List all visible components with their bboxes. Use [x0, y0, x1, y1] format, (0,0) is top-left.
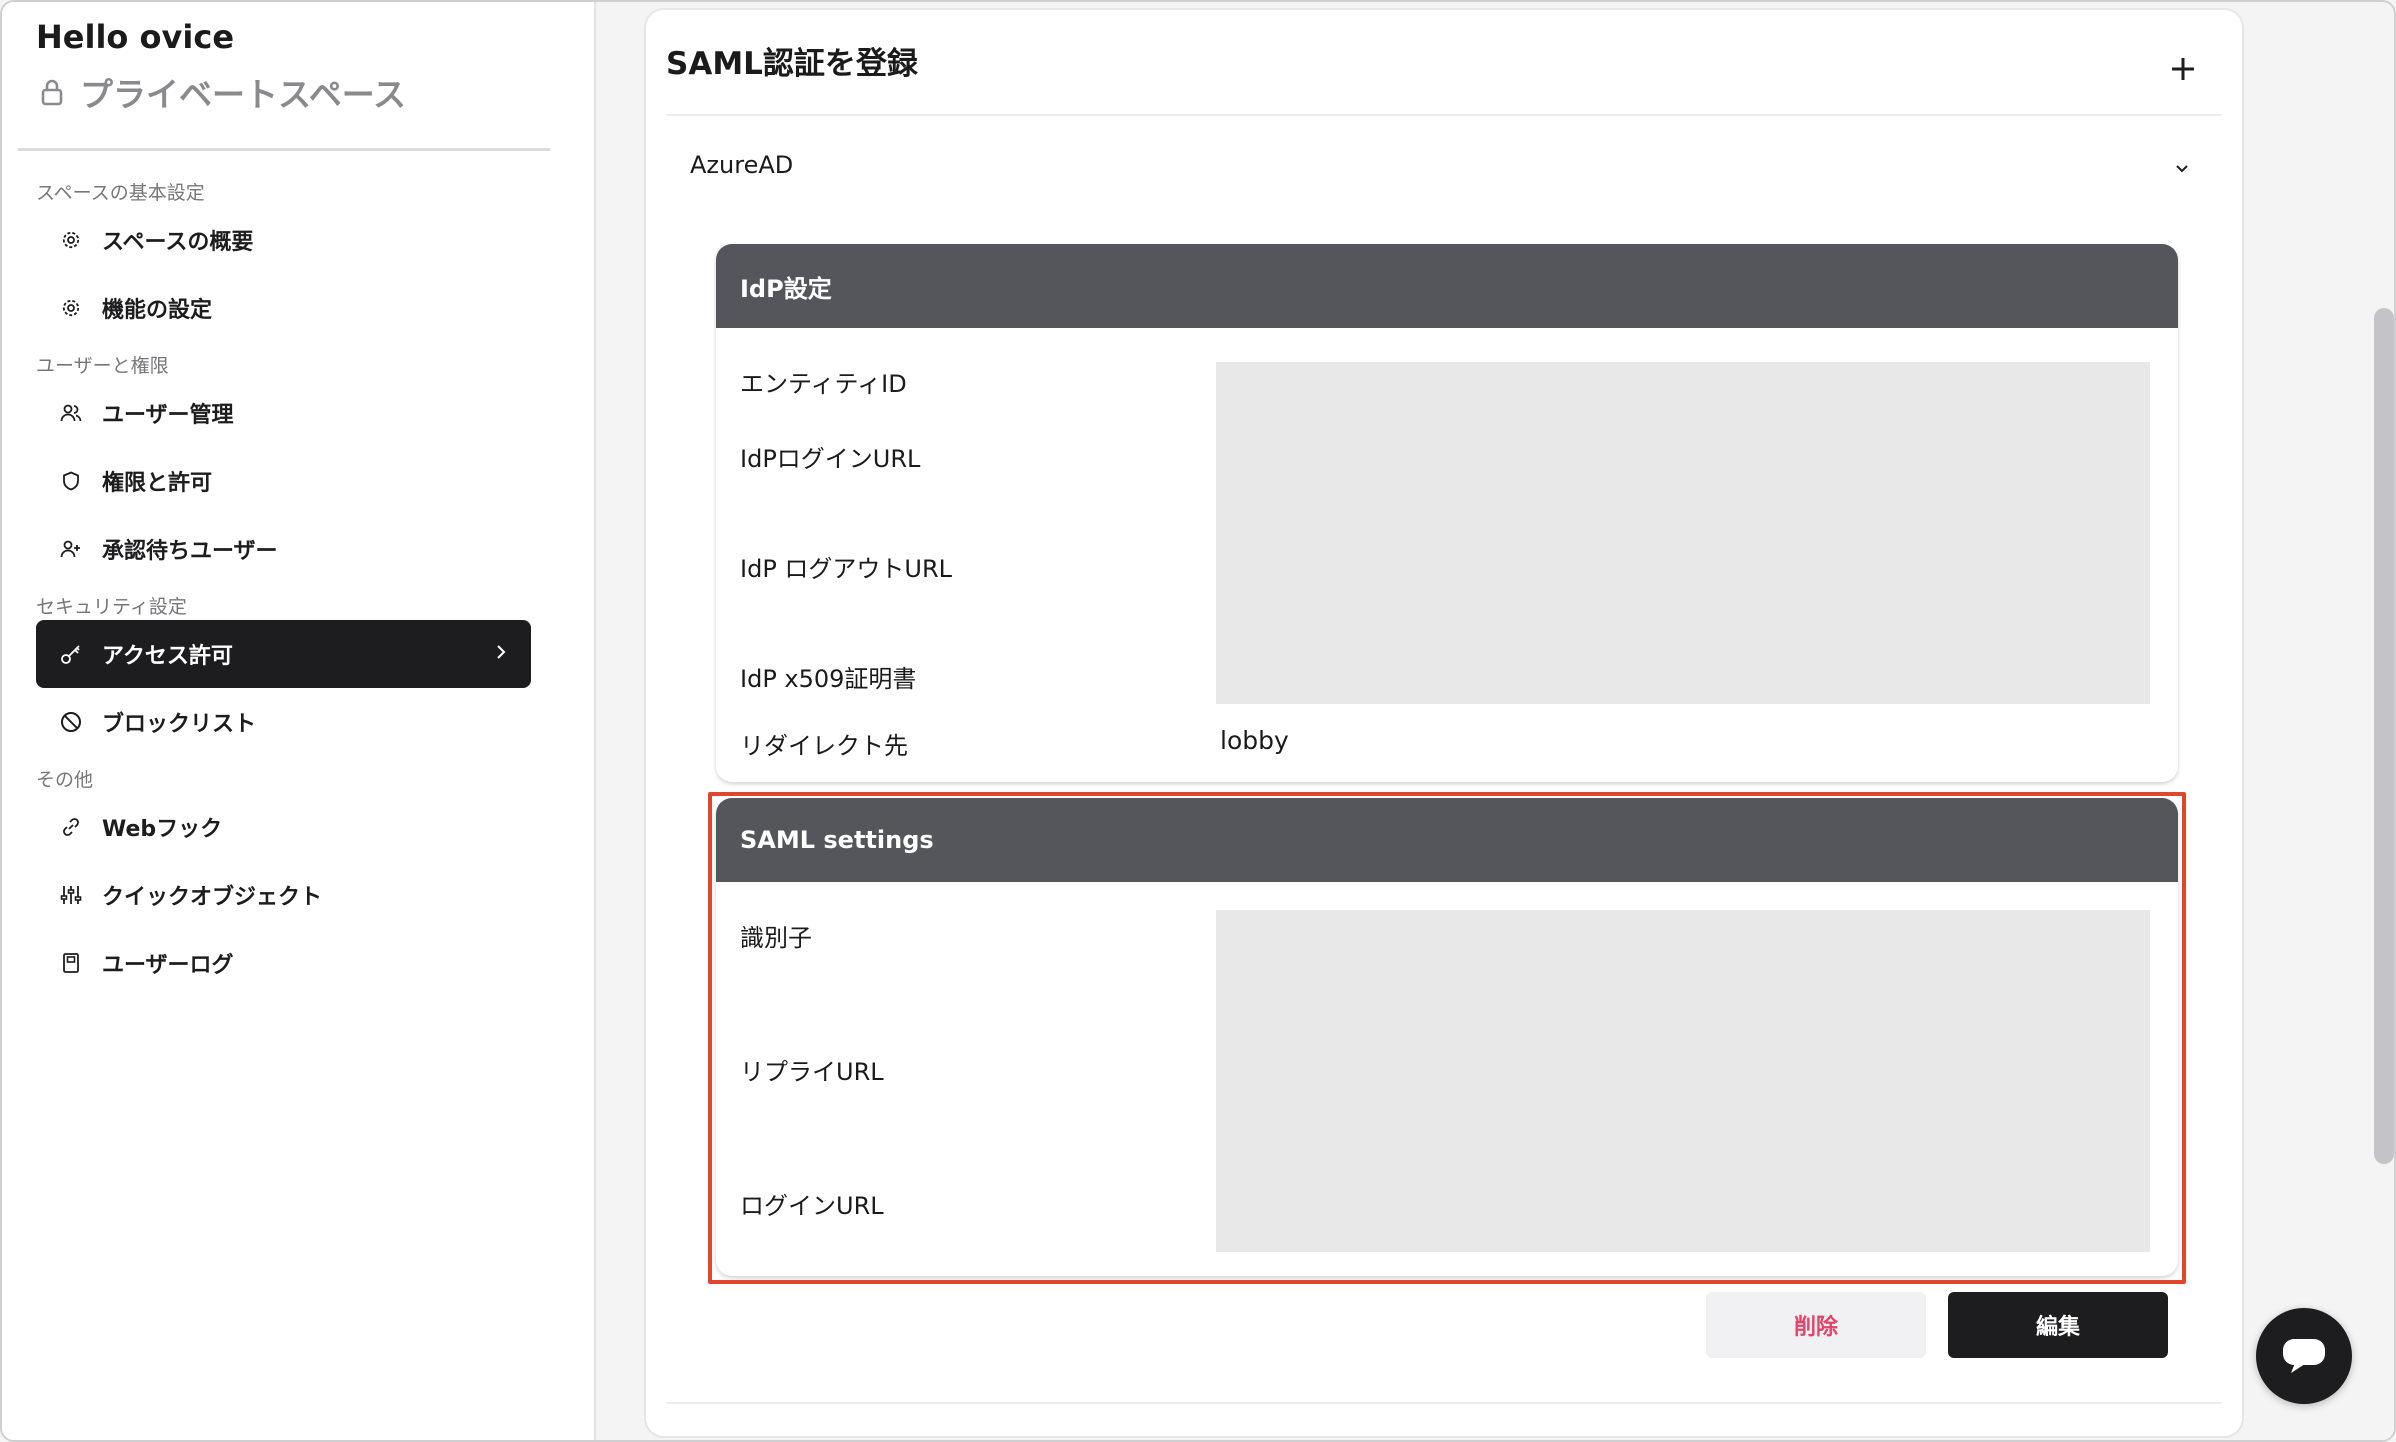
redirect-label: リダイレクト先	[740, 732, 908, 760]
chevron-right-icon	[495, 642, 507, 668]
sidebar-divider	[18, 148, 550, 151]
saml-card: SAML認証を登録 AzureAD IdP設定 エンティティID IdPログイン…	[644, 8, 2244, 1438]
sidebar-item-label: スペースの概要	[102, 230, 254, 255]
sidebar: Hello ovice プライベートスペース スペースの基本設定 スペースの概要…	[2, 2, 596, 1440]
scrollbar-thumb[interactable]	[2374, 308, 2394, 1164]
section-security: セキュリティ設定	[36, 596, 187, 618]
key-icon	[60, 643, 82, 665]
sidebar-item-overview[interactable]: スペースの概要	[36, 206, 531, 274]
chat-button[interactable]	[2256, 1308, 2352, 1404]
sidebar-item-user-management[interactable]: ユーザー管理	[36, 379, 531, 447]
card-bottom-divider	[666, 1402, 2222, 1404]
chat-icon	[2283, 1339, 2325, 1373]
highlight-box	[708, 792, 2186, 1284]
add-button[interactable]	[2168, 54, 2198, 84]
sidebar-item-pending-users[interactable]: 承認待ちユーザー	[36, 515, 531, 583]
idp-settings-panel: IdP設定 エンティティID IdPログインURL IdP ログアウトURL I…	[716, 244, 2178, 782]
plus-icon	[2172, 58, 2194, 80]
sidebar-item-label: ユーザーログ	[102, 953, 234, 978]
redacted-idp-values	[1216, 362, 2150, 704]
sidebar-item-webhook[interactable]: Webフック	[36, 793, 531, 861]
section-users: ユーザーと権限	[36, 355, 169, 377]
edit-button[interactable]: 編集	[1948, 1292, 2168, 1358]
sidebar-item-quick-objects[interactable]: クイックオブジェクト	[36, 861, 531, 929]
sidebar-item-label: 権限と許可	[102, 471, 213, 496]
user-plus-icon	[60, 538, 82, 560]
sidebar-item-permissions[interactable]: 権限と許可	[36, 447, 531, 515]
gear-icon	[60, 297, 82, 319]
lock-icon	[41, 79, 63, 106]
sidebar-item-label: 承認待ちユーザー	[102, 539, 278, 564]
shield-icon	[60, 470, 82, 492]
space-type-label: プライベートスペース	[80, 75, 407, 114]
space-type: プライベートスペース	[40, 68, 406, 116]
block-icon	[60, 711, 82, 733]
redirect-value: lobby	[1220, 726, 1289, 755]
idp-login-url-label: IdPログインURL	[740, 445, 921, 473]
sidebar-item-label: アクセス許可	[102, 644, 233, 669]
delete-button[interactable]: 削除	[1706, 1292, 1926, 1358]
link-icon	[60, 816, 82, 838]
idp-logout-url-label: IdP ログアウトURL	[740, 555, 953, 583]
gear-icon	[60, 229, 82, 251]
chevron-down-icon[interactable]	[2174, 160, 2190, 179]
users-icon	[60, 402, 82, 424]
sidebar-item-label: ブロックリスト	[102, 712, 257, 737]
accordion-azuread[interactable]: AzureAD	[690, 151, 793, 179]
sidebar-item-features[interactable]: 機能の設定	[36, 274, 531, 342]
sidebar-item-label: 機能の設定	[102, 298, 213, 323]
sidebar-item-user-log[interactable]: ユーザーログ	[36, 929, 531, 997]
log-icon	[60, 952, 82, 974]
card-divider	[666, 114, 2222, 116]
idp-cert-label: IdP x509証明書	[740, 665, 917, 693]
space-name: Hello ovice	[36, 18, 235, 56]
sidebar-item-blocklist[interactable]: ブロックリスト	[36, 688, 531, 756]
main-content: SAML認証を登録 AzureAD IdP設定 エンティティID IdPログイン…	[598, 2, 2394, 1440]
idp-panel-header: IdP設定	[716, 244, 2178, 328]
sliders-icon	[60, 884, 82, 906]
sidebar-item-label: ユーザー管理	[102, 403, 234, 428]
section-other: その他	[36, 769, 94, 791]
section-basic: スペースの基本設定	[36, 182, 205, 204]
sidebar-item-access[interactable]: アクセス許可	[36, 620, 531, 688]
page-title: SAML認証を登録	[666, 46, 918, 82]
app-window: Hello ovice プライベートスペース スペースの基本設定 スペースの概要…	[0, 0, 2396, 1442]
entity-id-label: エンティティID	[740, 370, 907, 398]
sidebar-item-label: クイックオブジェクト	[102, 885, 323, 910]
sidebar-item-label: Webフック	[102, 817, 223, 842]
